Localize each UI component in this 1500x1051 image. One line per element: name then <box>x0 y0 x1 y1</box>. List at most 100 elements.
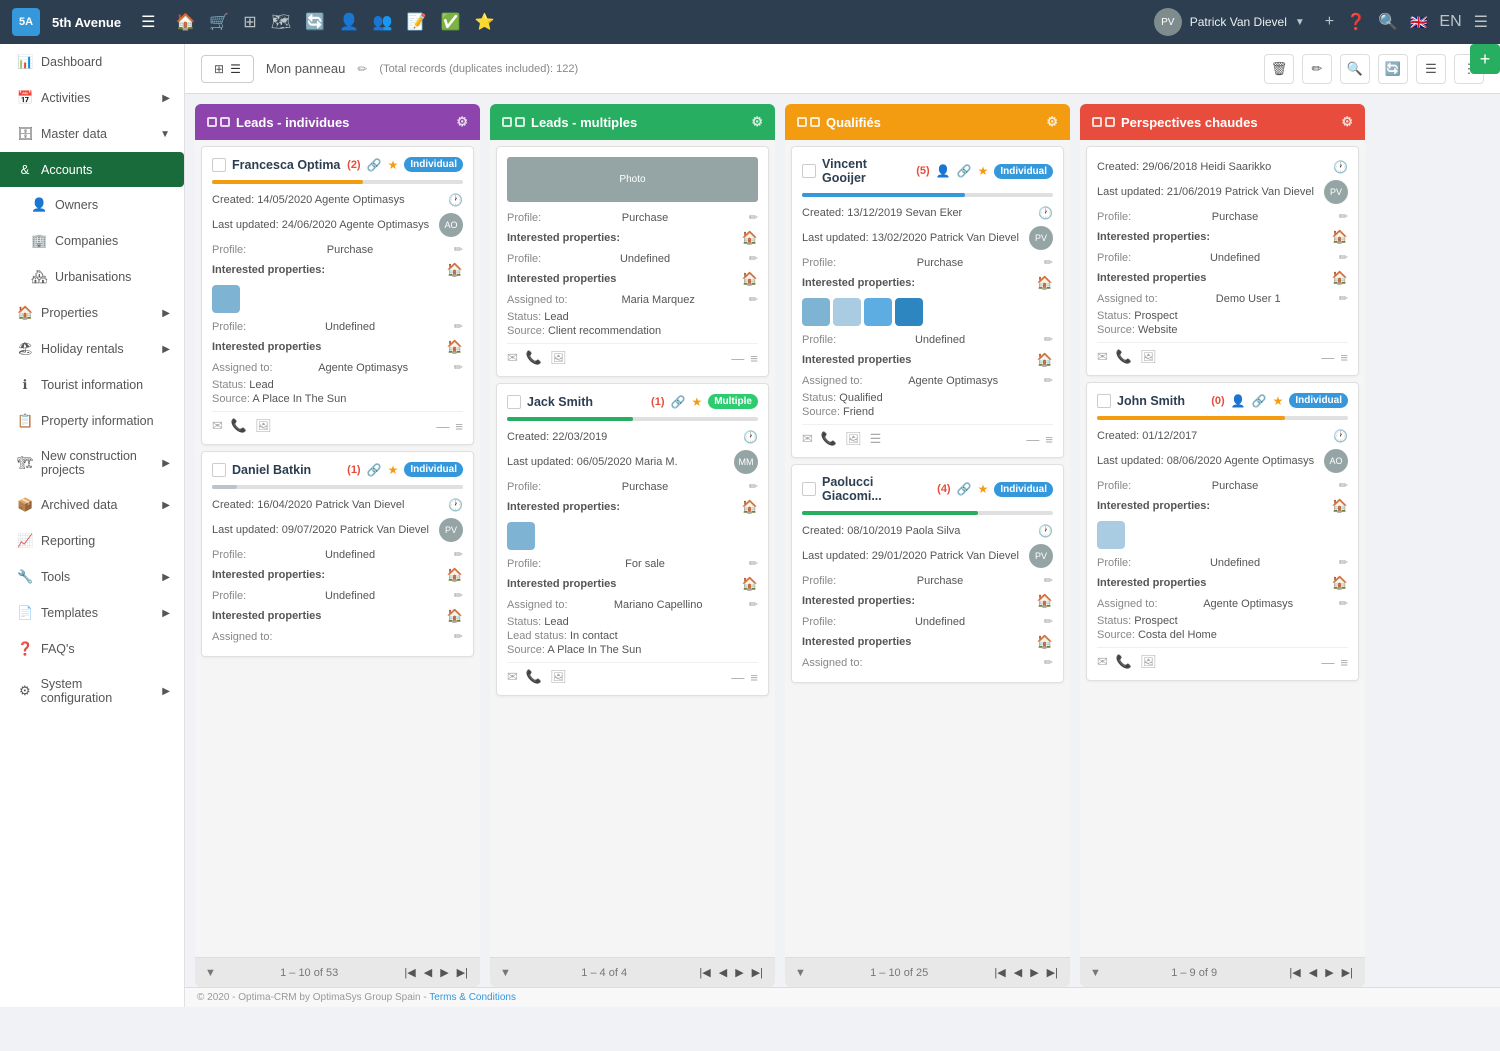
home-icon2-jo[interactable]: 🏠 <box>1332 575 1348 591</box>
pag-next-3[interactable]: ▶ <box>1028 964 1040 981</box>
refresh-nav-icon[interactable]: 🔄 <box>305 12 325 32</box>
profile-edit-v[interactable]: ✏ <box>1044 256 1053 269</box>
pag-next-4[interactable]: ▶ <box>1323 964 1335 981</box>
assigned-edit-f[interactable]: ✏ <box>454 361 463 374</box>
profile-edit-j[interactable]: ✏ <box>749 480 758 493</box>
list-icon-v[interactable]: ☰ <box>870 431 882 447</box>
phone-icon-v[interactable]: 📞 <box>821 431 837 447</box>
sidebar-item-owners[interactable]: 👤 Owners <box>0 187 184 223</box>
footer-arrow-down-3[interactable]: ▼ <box>795 967 806 979</box>
help-icon[interactable]: ❓ <box>1346 12 1366 32</box>
title-edit-icon[interactable]: ✏ <box>357 62 367 76</box>
home-icon-jo[interactable]: 🏠 <box>1332 498 1348 514</box>
sidebar-item-faqs[interactable]: ❓ FAQ's <box>0 631 184 667</box>
star-nav-icon[interactable]: ⭐ <box>475 12 495 32</box>
home-icon2-p[interactable]: 🏠 <box>1037 634 1053 650</box>
card-link-icon-jack[interactable]: 🔗 <box>671 395 686 409</box>
profile-edit-p[interactable]: ✏ <box>1044 574 1053 587</box>
image-icon-j[interactable]: 🖼 <box>550 669 567 685</box>
home-icon2-v[interactable]: 🏠 <box>1037 352 1053 368</box>
image-icon-f[interactable]: 🖼 <box>255 418 272 434</box>
card-star-john[interactable]: ★ <box>1273 394 1284 408</box>
sidebar-item-property-info[interactable]: 📋 Property information <box>0 403 184 439</box>
lines-icon-v[interactable]: ≡ <box>1045 432 1053 447</box>
pag-next-2[interactable]: ▶ <box>733 964 745 981</box>
search-top-icon[interactable]: 🔍 <box>1378 12 1398 32</box>
sidebar-item-activities[interactable]: 📅 Activities ▶ <box>0 80 184 116</box>
card-star-daniel[interactable]: ★ <box>388 463 399 477</box>
boards-button[interactable]: ⊞ ☰ <box>201 55 254 83</box>
user-name[interactable]: Patrick Van Dievel <box>1190 15 1287 29</box>
pag-last-2[interactable]: ▶| <box>750 964 765 981</box>
dash-icon-nn[interactable]: — <box>731 351 744 366</box>
profile2-edit-v[interactable]: ✏ <box>1044 333 1053 346</box>
sidebar-item-properties[interactable]: 🏠 Properties ▶ <box>0 295 184 331</box>
search-button[interactable]: 🔍 <box>1340 54 1370 84</box>
card-star-vincent[interactable]: ★ <box>978 164 989 178</box>
profile2-edit-p[interactable]: ✏ <box>1044 615 1053 628</box>
card-link-icon-francesca[interactable]: 🔗 <box>367 158 382 172</box>
home-icon2-d[interactable]: 🏠 <box>447 608 463 624</box>
image-icon-jo[interactable]: 🖼 <box>1140 654 1157 670</box>
phone-icon-j[interactable]: 📞 <box>526 669 542 685</box>
home-icon-f[interactable]: 🏠 <box>447 262 463 278</box>
assigned-edit-d[interactable]: ✏ <box>454 630 463 643</box>
card-link-icon-daniel[interactable]: 🔗 <box>367 463 382 477</box>
language-flag-icon[interactable]: 🇬🇧 <box>1410 14 1427 31</box>
assigned-edit-v[interactable]: ✏ <box>1044 374 1053 387</box>
home-icon-pt[interactable]: 🏠 <box>1332 229 1348 245</box>
pag-prev-4[interactable]: ◀ <box>1307 964 1319 981</box>
sidebar-item-tools[interactable]: 🔧 Tools ▶ <box>0 559 184 595</box>
card-check-daniel[interactable] <box>212 463 226 477</box>
card-star-jack[interactable]: ★ <box>691 395 702 409</box>
sidebar-item-archived-data[interactable]: 📦 Archived data ▶ <box>0 487 184 523</box>
card-check-francesca[interactable] <box>212 158 226 172</box>
card-link-icon-vincent[interactable]: 🔗 <box>957 164 972 178</box>
col-gear-leads-mult[interactable]: ⚙ <box>751 114 763 130</box>
sidebar-item-dashboard[interactable]: 📊 Dashboard <box>0 44 184 80</box>
assigned-edit-j[interactable]: ✏ <box>749 598 758 611</box>
home-icon-d[interactable]: 🏠 <box>447 567 463 583</box>
image-icon-nn[interactable]: 🖼 <box>550 350 567 366</box>
dash-icon-pt[interactable]: — <box>1321 350 1334 365</box>
user-dropdown-arrow[interactable]: ▼ <box>1295 17 1305 28</box>
phone-icon-f[interactable]: 📞 <box>231 418 247 434</box>
card-person-icon-john[interactable]: 👤 <box>1231 394 1246 408</box>
profile2-edit-nn[interactable]: ✏ <box>749 252 758 265</box>
pag-last-1[interactable]: ▶| <box>455 964 470 981</box>
plus-icon[interactable]: + <box>1325 13 1334 31</box>
col-gear-perspectives[interactable]: ⚙ <box>1341 114 1353 130</box>
home-icon2-nn[interactable]: 🏠 <box>742 271 758 287</box>
list-nav-icon[interactable]: 📝 <box>407 12 427 32</box>
sidebar-item-master-data[interactable]: 🗄 Master data ▼ <box>0 116 184 152</box>
card-check-jack[interactable] <box>507 395 521 409</box>
footer-arrow-down-2[interactable]: ▼ <box>500 967 511 979</box>
assigned-edit-jo[interactable]: ✏ <box>1339 597 1348 610</box>
top-menu-icon[interactable]: ☰ <box>1474 12 1488 32</box>
lang-label[interactable]: EN <box>1439 13 1461 31</box>
lines-icon-f[interactable]: ≡ <box>455 419 463 434</box>
person-nav-icon[interactable]: 👤 <box>339 12 359 32</box>
profile-edit-f[interactable]: ✏ <box>454 243 463 256</box>
card-person-icon-vincent[interactable]: 👤 <box>936 164 951 178</box>
lines-icon-j[interactable]: ≡ <box>750 670 758 685</box>
phone-icon-nn[interactable]: 📞 <box>526 350 542 366</box>
sidebar-item-reporting[interactable]: 📈 Reporting <box>0 523 184 559</box>
email-icon-nn[interactable]: ✉ <box>507 350 518 366</box>
cart-nav-icon[interactable]: 🛒 <box>209 12 229 32</box>
sidebar-item-urbanisations[interactable]: 🏘 Urbanisations <box>0 259 184 295</box>
sidebar-item-new-construction[interactable]: 🏗 New construction projects ▶ <box>0 439 184 487</box>
refresh-button[interactable]: 🔄 <box>1378 54 1408 84</box>
card-link-icon-john[interactable]: 🔗 <box>1252 394 1267 408</box>
group-nav-icon[interactable]: 👥 <box>373 12 393 32</box>
phone-icon-jo[interactable]: 📞 <box>1116 654 1132 670</box>
lines-icon-pt[interactable]: ≡ <box>1340 350 1348 365</box>
dash-icon-v[interactable]: — <box>1026 432 1039 447</box>
profile-edit-nn[interactable]: ✏ <box>749 211 758 224</box>
profile2-edit-jo[interactable]: ✏ <box>1339 556 1348 569</box>
terms-link[interactable]: Terms & Conditions <box>429 992 516 1003</box>
assigned-edit-pt[interactable]: ✏ <box>1339 292 1348 305</box>
edit-button[interactable]: ✏ <box>1302 54 1332 84</box>
home-icon-p[interactable]: 🏠 <box>1037 593 1053 609</box>
email-icon-f[interactable]: ✉ <box>212 418 223 434</box>
